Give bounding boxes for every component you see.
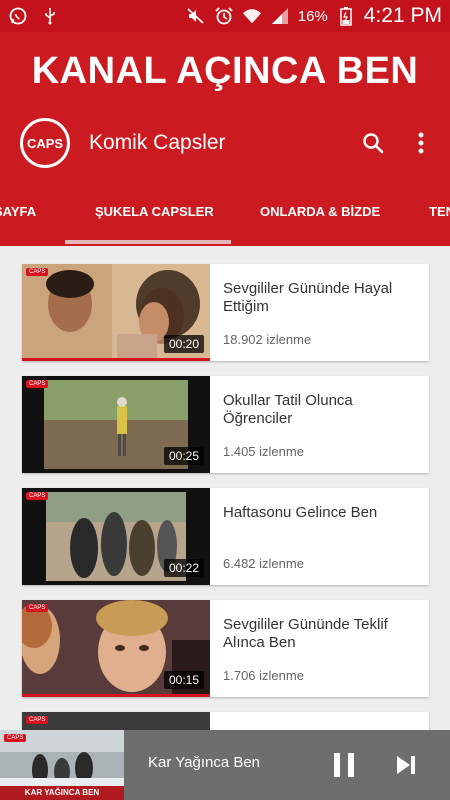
video-card[interactable]: CAPS 00:22 Haftasonu Gelince Ben 6.482 i… <box>22 488 429 585</box>
video-views: 1.706 izlenme <box>223 668 304 683</box>
more-vert-icon[interactable] <box>408 130 434 156</box>
status-left <box>8 6 60 26</box>
player-thumbnail[interactable]: CAPS KAR YAĞINCA BEN <box>0 730 124 800</box>
tab-ten[interactable]: TEN <box>429 176 450 246</box>
video-thumbnail[interactable]: CAPS 00:15 <box>22 600 210 697</box>
search-icon[interactable] <box>360 130 386 156</box>
video-title[interactable]: Haftasonu Gelince Ben <box>223 504 419 522</box>
video-list[interactable]: CAPS 00:20 Sevgililer Gününde Hayal Etti… <box>0 246 450 730</box>
video-views: 6.482 izlenme <box>223 556 304 571</box>
video-card[interactable]: CAPS 00:20 Sevgililer Gününde Hayal Etti… <box>22 264 429 361</box>
brand-mark: CAPS <box>26 604 49 612</box>
video-duration: 00:15 <box>163 671 204 689</box>
alarm-icon <box>214 6 234 26</box>
tab-selected-indicator <box>65 240 231 244</box>
video-duration: 00:20 <box>163 335 204 353</box>
wifi-icon <box>242 6 262 26</box>
video-title[interactable]: Sevgililer Gününde Hayal Ettiğim <box>223 280 419 316</box>
channel-name: Komik Capsler <box>89 131 226 154</box>
video-title[interactable]: Okullar Tatil Olunca Öğrenciler <box>223 392 419 428</box>
brand-mark: CAPS <box>26 380 49 388</box>
video-thumbnail[interactable]: CAPS 00:25 <box>22 376 210 473</box>
video-thumbnail[interactable]: CAPS 00:20 <box>22 264 210 361</box>
player-title[interactable]: Kar Yağınca Ben <box>148 754 260 771</box>
status-right: 16% 4:21 PM <box>186 4 442 28</box>
tab-onlarda-bizde[interactable]: ONLARDA & BİZDE <box>260 176 380 246</box>
skip-next-icon[interactable] <box>389 748 423 782</box>
video-title[interactable]: Sevgililer Gününde Teklif Alınca Ben <box>223 616 419 652</box>
video-views: 18.902 izlenme <box>223 332 312 347</box>
status-bar: 16% 4:21 PM <box>0 0 450 32</box>
pause-icon[interactable] <box>327 748 361 782</box>
video-thumbnail[interactable]: CAPS <box>22 712 210 730</box>
banner-title: KANAL AÇINCA BEN <box>31 49 419 92</box>
video-duration: 00:25 <box>163 447 204 465</box>
video-card[interactable]: CAPS 00:15 Sevgililer Gününde Teklif Alı… <box>22 600 429 697</box>
player-thumb-label: KAR YAĞINCA BEN <box>0 786 124 800</box>
whatsapp-icon <box>8 6 28 26</box>
tab-bar: SAYFA ŞUKELA CAPSLER ONLARDA & BİZDE TEN <box>0 176 450 246</box>
video-thumbnail[interactable]: CAPS 00:22 <box>22 488 210 585</box>
signal-icon <box>270 6 290 26</box>
status-time: 4:21 PM <box>363 4 442 27</box>
brand-mark: CAPS <box>4 734 27 742</box>
brand-mark: CAPS <box>26 716 49 724</box>
mini-player[interactable]: CAPS KAR YAĞINCA BEN Kar Yağınca Ben <box>0 730 450 800</box>
video-card[interactable]: CAPS 00:25 Okullar Tatil Olunca Öğrencil… <box>22 376 429 473</box>
video-duration: 00:22 <box>163 559 204 577</box>
brand-mark: CAPS <box>26 492 49 500</box>
channel-logo[interactable]: CAPS <box>20 118 70 168</box>
mute-icon <box>186 6 206 26</box>
battery-percent: 16% <box>297 7 328 25</box>
battery-icon <box>336 6 356 26</box>
video-views: 1.405 izlenme <box>223 444 304 459</box>
brand-mark: CAPS <box>26 268 49 276</box>
video-card[interactable]: CAPS <box>22 712 429 730</box>
usb-icon <box>40 6 60 26</box>
tab-sayfa[interactable]: SAYFA <box>0 176 36 246</box>
toolbar: CAPS Komik Capsler <box>0 110 450 176</box>
toolbar-actions <box>360 130 450 156</box>
thumbnail-progress-bar <box>22 358 210 361</box>
channel-banner: KANAL AÇINCA BEN <box>0 32 450 110</box>
tab-sukela-capsler[interactable]: ŞUKELA CAPSLER <box>95 176 214 246</box>
thumbnail-progress-bar <box>22 694 210 697</box>
